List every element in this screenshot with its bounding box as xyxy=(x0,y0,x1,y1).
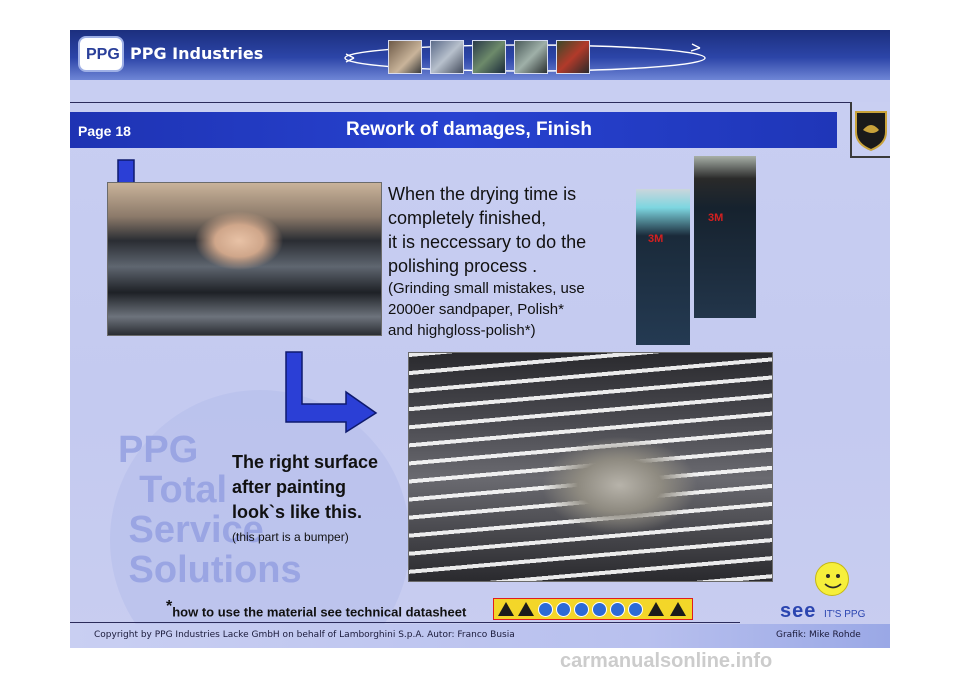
datasheet-footnote: *how to use the material see technical d… xyxy=(166,598,466,619)
top-divider xyxy=(70,102,860,103)
see-logo: see xyxy=(780,600,817,622)
smiley-icon xyxy=(815,562,849,596)
footer-bar: Copyright by PPG Industries Lacke GmbH o… xyxy=(70,624,890,648)
its-ppg-tagline: IT'S PPG xyxy=(824,609,866,620)
ppg-logo: PPG xyxy=(78,36,124,72)
lamborghini-bull-icon xyxy=(855,111,887,152)
polish-bottle-2: 3M xyxy=(694,156,756,318)
bottom-divider xyxy=(70,622,740,623)
bottle-brand-label: 3M xyxy=(648,233,664,245)
lamborghini-logo-box xyxy=(850,102,890,158)
title-bar: Page 18 Rework of damages, Finish xyxy=(70,112,837,148)
header-thumb-4 xyxy=(514,40,548,74)
company-name: PPG Industries xyxy=(130,44,264,63)
surface-caption-line: look`s like this. xyxy=(232,502,363,522)
header-thumb-3 xyxy=(472,40,506,74)
header-photo-strip xyxy=(340,36,710,76)
grafik-credit: Grafik: Mike Rohde xyxy=(776,630,861,640)
instruction-line: When the drying time is xyxy=(388,184,577,204)
instruction-line: completely finished, xyxy=(388,208,547,228)
instruction-line: it is neccessary to do the xyxy=(388,232,587,252)
mask-icon xyxy=(574,602,589,617)
instruction-detail: (Grinding small mistakes, use xyxy=(388,280,585,297)
drying-instructions: When the drying time is completely finis… xyxy=(388,182,638,341)
polish-bottle-1: 3M xyxy=(636,189,690,345)
l-turn-arrow-icon xyxy=(285,351,378,434)
bumper-reflection-photo xyxy=(408,352,773,582)
site-watermark: carmanualsonline.info xyxy=(560,650,773,672)
surface-caption-line: after painting xyxy=(232,477,347,497)
ppg-logo-text: PPG xyxy=(86,46,120,63)
copyright-text: Copyright by PPG Industries Lacke GmbH o… xyxy=(94,630,515,640)
respirator-icon xyxy=(556,602,571,617)
page-number: Page 18 xyxy=(78,123,131,139)
gloves-icon xyxy=(610,602,625,617)
footnote-text: how to use the material see technical da… xyxy=(172,604,467,620)
sanding-photo xyxy=(107,182,382,336)
hazard-icon xyxy=(498,602,514,616)
boots-icon xyxy=(628,602,643,617)
hazard-icon xyxy=(648,602,664,616)
surface-subcaption: (this part is a bumper) xyxy=(232,530,349,544)
hazard-icon xyxy=(518,602,534,616)
surface-caption: The right surface after painting look`s … xyxy=(232,450,412,525)
header-thumb-1 xyxy=(388,40,422,74)
surface-caption-line: The right surface xyxy=(232,452,379,472)
slide-title: Rework of damages, Finish xyxy=(346,119,592,140)
slide: PPG PPG Industries Page 18 Rework of dam… xyxy=(70,30,890,648)
instruction-line: polishing process . xyxy=(388,256,538,276)
overall-icon xyxy=(592,602,607,617)
safety-glasses-icon xyxy=(538,602,553,617)
header-thumb-5 xyxy=(556,40,590,74)
instruction-detail: and highgloss-polish*) xyxy=(388,322,536,339)
instruction-detail: 2000er sandpaper, Polish* xyxy=(388,301,564,318)
header-bar: PPG PPG Industries xyxy=(70,30,890,80)
flammable-icon xyxy=(670,602,686,616)
header-thumb-2 xyxy=(430,40,464,74)
bottle-brand-label: 3M xyxy=(708,212,724,224)
safety-icons-strip xyxy=(493,598,693,620)
